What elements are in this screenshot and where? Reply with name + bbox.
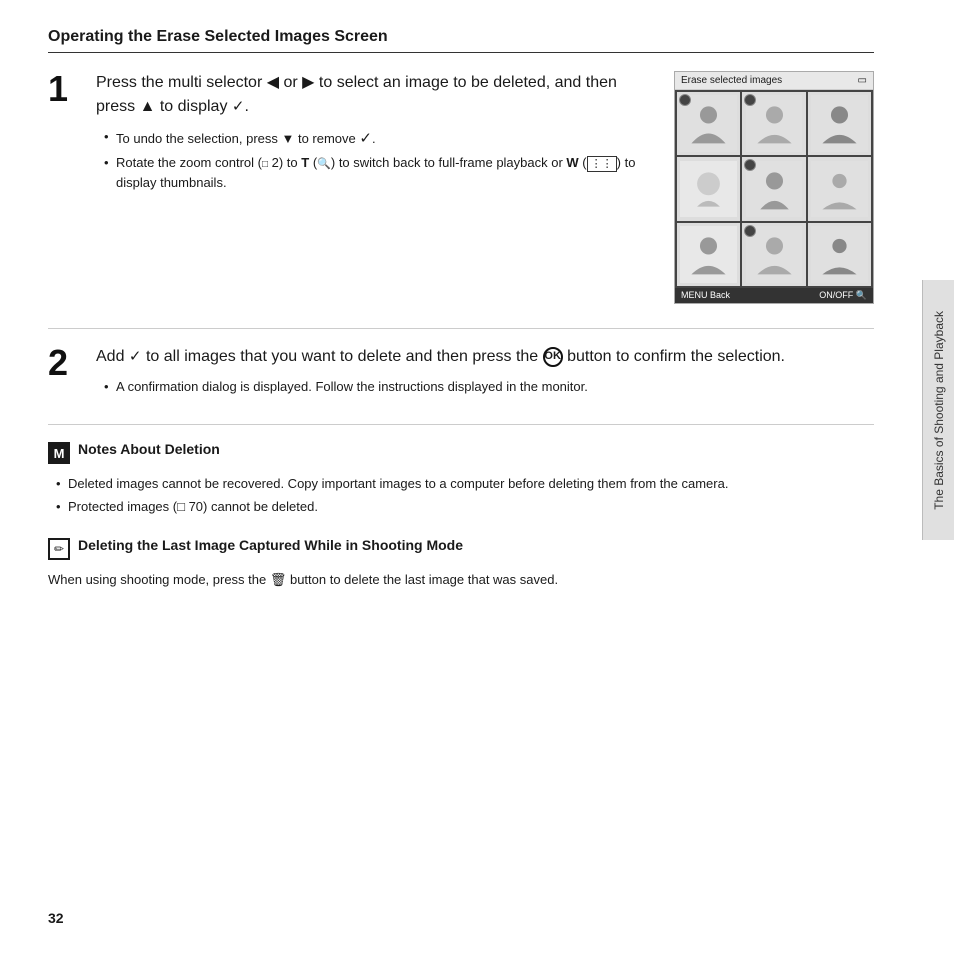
page-title: Operating the Erase Selected Images Scre… [48, 28, 874, 53]
thumb-6 [808, 157, 871, 220]
step-1-bullet-1: To undo the selection, press ▼ to remove… [100, 127, 654, 150]
camera-screen-title: Erase selected images [681, 75, 782, 86]
step-1-bullets: To undo the selection, press ▼ to remove… [96, 127, 654, 194]
thumb-3 [808, 92, 871, 155]
step-1-number: 1 [48, 71, 96, 304]
footer-back: MENU Back [681, 290, 730, 300]
step-1-container: 1 Press the multi selector ◀ or ▶ to sel… [48, 71, 874, 304]
step-1-bullet-2: Rotate the zoom control (□ 2) to T (🔍) t… [100, 153, 654, 193]
step-2-bullet-1: A confirmation dialog is displayed. Foll… [100, 377, 874, 397]
thumb-7 [677, 223, 740, 286]
thumb-9 [808, 223, 871, 286]
notes-deletion-bullet-2: Protected images (□ 70) cannot be delete… [52, 497, 874, 517]
step-2-main-text: Add ✓ to all images that you want to del… [96, 345, 874, 369]
deleting-last-title: Deleting the Last Image Captured While i… [78, 537, 463, 553]
divider-1 [48, 328, 874, 329]
camera-screen-grid [675, 90, 873, 288]
deleting-last-text: When using shooting mode, press the 🗑 bu… [48, 570, 874, 590]
deleting-last-image-section: ✏ Deleting the Last Image Captured While… [48, 537, 874, 590]
pencil-icon: ✏ [48, 538, 70, 560]
sidebar-tab: The Basics of Shooting and Playback [922, 280, 954, 540]
notes-deletion-section: M Notes About Deletion Deleted images ca… [48, 441, 874, 517]
step-2-container: 2 Add ✓ to all images that you want to d… [48, 345, 874, 400]
notes-deletion-icon: M [48, 442, 70, 464]
step-2-bullets: A confirmation dialog is displayed. Foll… [96, 377, 874, 397]
camera-screen-footer: MENU Back ON/OFF 🔍 [675, 288, 873, 303]
thumb-1 [677, 92, 740, 155]
camera-screen: Erase selected images ▭ [674, 71, 874, 304]
notes-deletion-header: M Notes About Deletion [48, 441, 874, 464]
step-1-main-text: Press the multi selector ◀ or ▶ to selec… [96, 71, 654, 119]
main-content: Operating the Erase Selected Images Scre… [0, 0, 922, 618]
thumb-8 [742, 223, 805, 286]
page-number: 32 [48, 910, 64, 926]
step-2-body: Add ✓ to all images that you want to del… [96, 345, 874, 400]
camera-screen-header: Erase selected images ▭ [675, 72, 873, 90]
divider-2 [48, 424, 874, 425]
notes-deletion-title: Notes About Deletion [78, 441, 220, 457]
notes-deletion-bullet-1: Deleted images cannot be recovered. Copy… [52, 474, 874, 494]
notes-deletion-bullets: Deleted images cannot be recovered. Copy… [48, 474, 874, 517]
thumb-2 [742, 92, 805, 155]
footer-right: ON/OFF 🔍 [819, 290, 867, 301]
camera-screen-icon: ▭ [858, 75, 867, 86]
deleting-last-header: ✏ Deleting the Last Image Captured While… [48, 537, 874, 560]
step-1-body: Press the multi selector ◀ or ▶ to selec… [96, 71, 874, 304]
thumb-4 [677, 157, 740, 220]
step-2-number: 2 [48, 345, 96, 400]
sidebar-tab-label: The Basics of Shooting and Playback [932, 311, 946, 510]
step-1-text-block: Press the multi selector ◀ or ▶ to selec… [96, 71, 654, 197]
thumb-5 [742, 157, 805, 220]
